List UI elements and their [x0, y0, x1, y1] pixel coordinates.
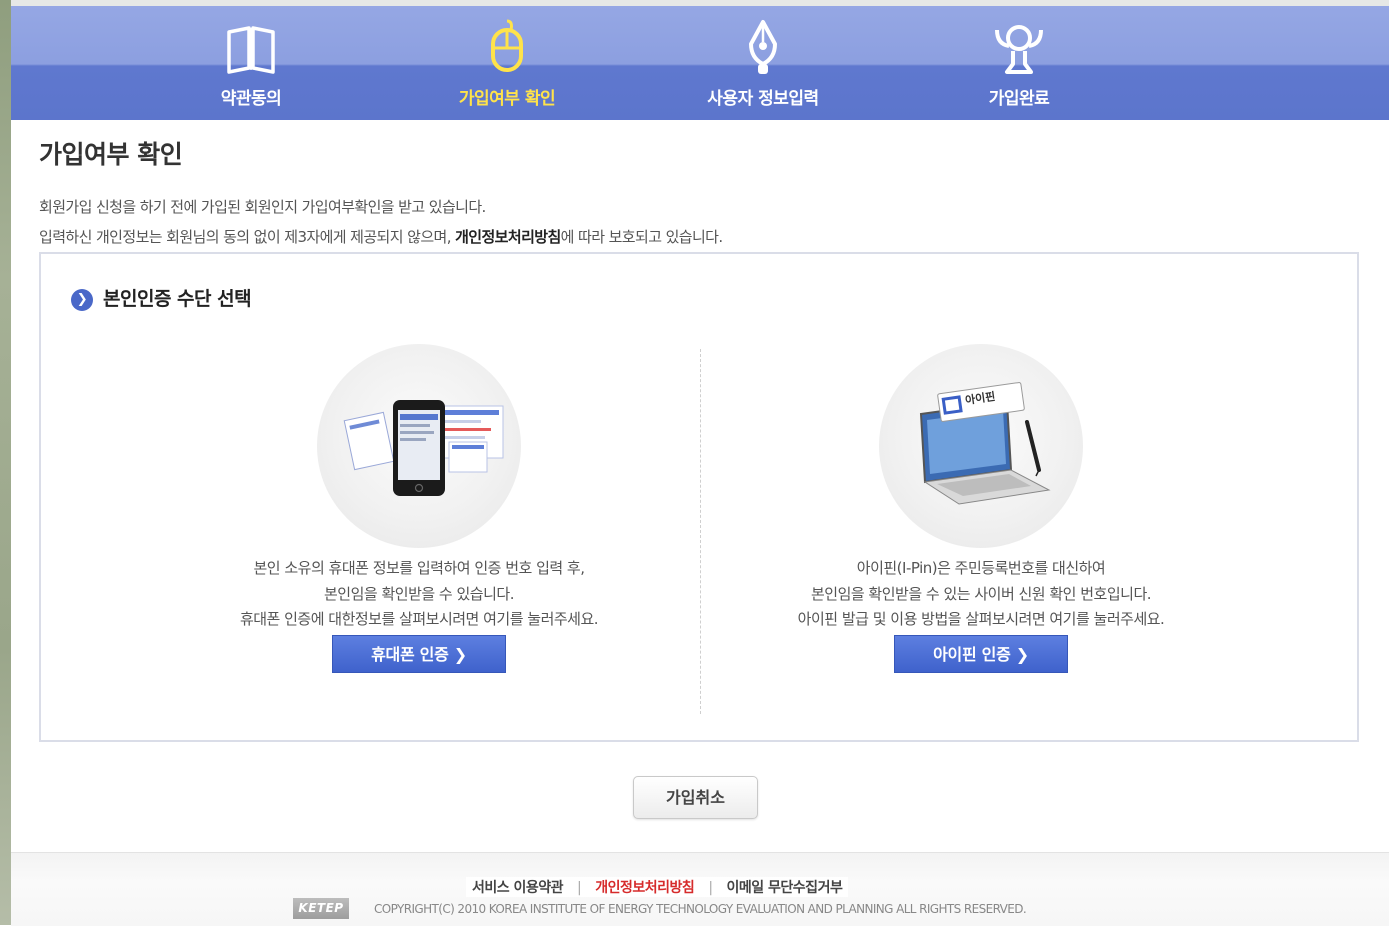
step-label-terms: 약관동의 — [220, 89, 282, 109]
step-label-user-info: 사용자 정보입력 — [707, 89, 819, 109]
step-complete[interactable]: 가입완료 — [919, 6, 1119, 120]
ipin-desc-line-3[interactable]: 아이핀 발급 및 이용 방법을 살펴보시려면 여기를 눌러주세요. — [701, 607, 1261, 633]
footer-link-terms[interactable]: 서비스 이용약관 — [472, 880, 564, 896]
smartphone-illustration — [317, 344, 521, 548]
auth-section-title: 본인인증 수단 선택 — [103, 288, 252, 310]
trophy-icon — [995, 25, 1043, 74]
step-label-complete: 가입완료 — [988, 89, 1050, 109]
footer-links: 서비스 이용약관 | 개인정보처리방침 | 이메일 무단수집거부 — [466, 877, 849, 897]
ipin-desc-line-1: 아이핀(I-Pin)은 주민등록번호를 대신하여 — [856, 559, 1106, 577]
page-title: 가입여부 확인 — [39, 140, 183, 169]
step-user-info[interactable]: 사용자 정보입력 — [663, 6, 863, 120]
auth-method-panel: ❯ 본인인증 수단 선택 본인 소유의 휴대폰 정보를 입력하여 인증 번호 입… — [39, 252, 1359, 742]
phone-desc-line-2: 본인임을 확인받을 수 있습니다. — [324, 584, 514, 603]
step-label-check: 가입여부 확인 — [458, 89, 556, 109]
phone-auth-option: 본인 소유의 휴대폰 정보를 입력하여 인증 번호 입력 후, 본인임을 확인받… — [139, 344, 699, 673]
pen-nib-icon — [749, 20, 777, 74]
ipin-desc-line-2: 본인임을 확인받을 수 있는 사이버 신원 확인 번호입니다. — [810, 584, 1152, 603]
copyright-text: COPYRIGHT(C) 2010 KOREA INSTITUTE OF ENE… — [374, 902, 1027, 916]
intro-line-2: 입력하신 개인정보는 회원님의 동의 없이 제3자에게 제공되지 않으며, 개인… — [39, 226, 723, 247]
intro-line-2-tail: 에 따라 보호되고 있습니다. — [560, 228, 723, 246]
intro-line-2-text: 입력하신 개인정보는 회원님의 동의 없이 제3자에게 제공되지 않으며, — [39, 228, 456, 246]
privacy-policy-emphasis: 개인정보처리방침 — [455, 228, 561, 246]
phone-desc-line-1: 본인 소유의 휴대폰 정보를 입력하여 인증 번호 입력 후, — [253, 559, 585, 577]
footer-separator: | — [577, 880, 582, 896]
ipin-auth-option: 아이핀 아이핀(I-Pin)은 주민등록번호를 대신하여 본인임을 확인받을 수… — [701, 344, 1261, 673]
signup-steps-bar: 약관동의 가입여부 확인 사용자 정보입력 가입완료 — [11, 6, 1389, 120]
intro-line-1: 회원가입 신청을 하기 전에 가입된 회원인지 가입여부확인을 받고 있습니다. — [39, 198, 486, 216]
phone-auth-description: 본인 소유의 휴대폰 정보를 입력하여 인증 번호 입력 후, 본인임을 확인받… — [139, 556, 699, 633]
book-icon — [227, 26, 275, 74]
footer-separator: | — [708, 880, 713, 896]
laptop-graphic — [919, 382, 1051, 505]
window-left-border — [0, 0, 11, 925]
smartphone-graphic — [343, 400, 504, 496]
cancel-signup-button[interactable]: 가입취소 — [633, 776, 758, 819]
auth-section-heading: ❯ 본인인증 수단 선택 — [71, 284, 252, 311]
step-terms[interactable]: 약관동의 — [151, 6, 351, 120]
step-check-membership[interactable]: 가입여부 확인 — [407, 6, 607, 120]
phone-desc-line-3[interactable]: 휴대폰 인증에 대한정보를 살펴보시려면 여기를 눌러주세요. — [139, 607, 699, 633]
footer: 서비스 이용약관 | 개인정보처리방침 | 이메일 무단수집거부 KETEP COPYR… — [11, 852, 1389, 926]
phone-auth-button[interactable]: 휴대폰 인증 ❯ — [332, 634, 506, 673]
ketep-logo: KETEP — [293, 898, 349, 919]
chevron-right-circle-icon: ❯ — [71, 288, 93, 311]
footer-link-email-policy[interactable]: 이메일 무단수집거부 — [727, 880, 843, 896]
ipin-auth-description: 아이핀(I-Pin)은 주민등록번호를 대신하여 본인임을 확인받을 수 있는 … — [701, 556, 1261, 633]
mouse-icon — [491, 19, 523, 72]
laptop-ipin-illustration: 아이핀 — [879, 344, 1083, 548]
ipin-auth-button[interactable]: 아이핀 인증 ❯ — [894, 634, 1068, 673]
footer-link-privacy[interactable]: 개인정보처리방침 — [595, 880, 695, 896]
